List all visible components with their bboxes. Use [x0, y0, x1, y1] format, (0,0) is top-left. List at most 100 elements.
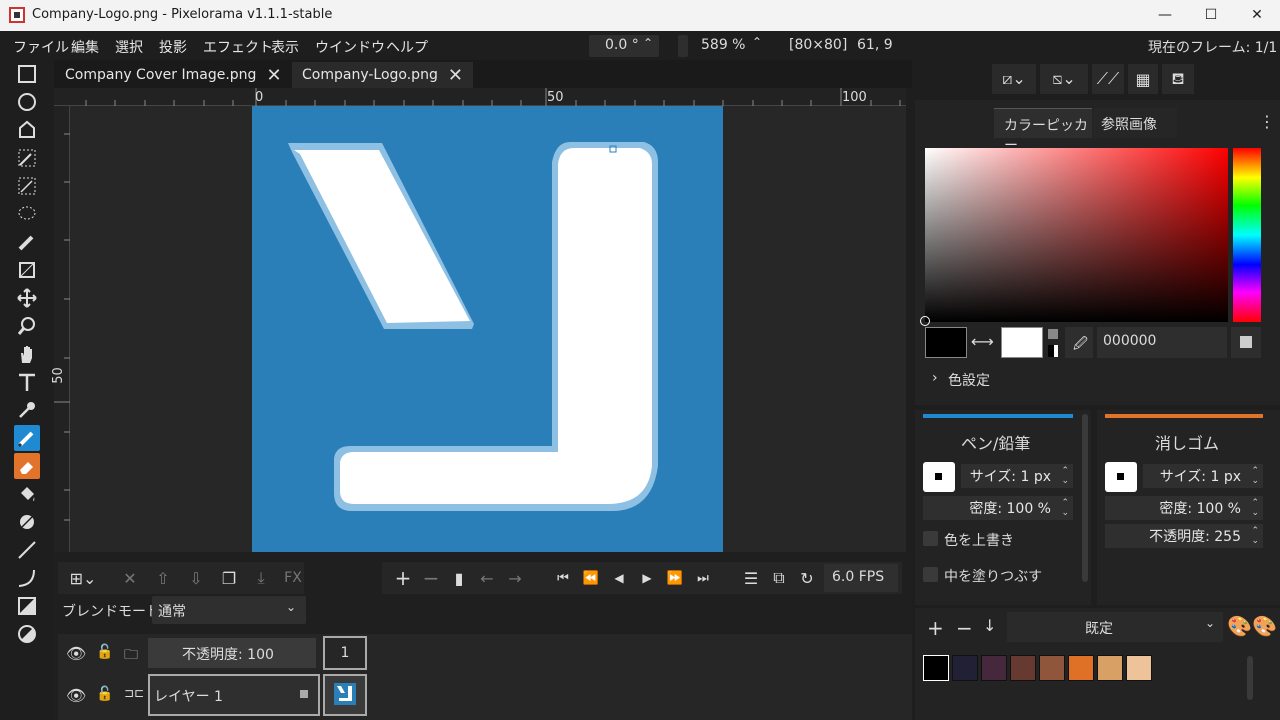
crop-tool[interactable] [14, 257, 40, 283]
move-frame-left-button[interactable]: ← [476, 566, 498, 590]
visibility-eye-icon[interactable]: 👁 [66, 644, 86, 663]
next-frame-button[interactable]: ⏩ [664, 566, 686, 590]
menu-select[interactable]: 選択 [115, 37, 143, 57]
palette-select[interactable]: 既定 ⌄ [1007, 612, 1223, 642]
pixel-perfect-button[interactable]: ⟋⟋ [1092, 64, 1124, 94]
eraser-tool[interactable] [14, 453, 40, 479]
move-frame-right-button[interactable]: → [504, 566, 526, 590]
color-mode-button[interactable] [1231, 327, 1261, 358]
clone-frame-button[interactable]: ▮ [448, 566, 470, 590]
curve-tool[interactable] [14, 565, 40, 591]
fps-field[interactable]: 6.0 FPS [824, 564, 898, 592]
first-frame-button[interactable]: ⏮ [552, 566, 574, 590]
drawing-canvas[interactable] [252, 106, 723, 552]
more-options-icon[interactable]: ⋮ [1259, 112, 1275, 131]
folder-icon[interactable]: 🗀 [124, 644, 138, 668]
swap-colors-icon[interactable]: ⟷ [971, 332, 994, 351]
move-layer-up-button[interactable]: ⇧ [153, 566, 173, 590]
move-layer-down-button[interactable]: ⇩ [186, 566, 206, 590]
lasso-select-tool[interactable] [14, 201, 40, 227]
menu-view[interactable]: 表示 [271, 37, 299, 57]
zoom-slider[interactable] [678, 35, 688, 57]
spin-icon[interactable]: ⌃ ⌄ [1061, 466, 1069, 486]
paint-select-tool[interactable] [14, 229, 40, 255]
menu-projection[interactable]: 投影 [159, 37, 187, 57]
bucket-tool[interactable] [14, 481, 40, 507]
rect-select-tool[interactable] [14, 61, 40, 87]
onion-skin-button[interactable]: ⧉ [768, 566, 790, 590]
layer-lock-icon[interactable]: 🔓 [96, 686, 113, 702]
hue-slider[interactable] [1233, 148, 1261, 322]
pan-tool[interactable] [14, 341, 40, 367]
color-select-tool[interactable] [14, 145, 40, 171]
eraser-brush-button[interactable] [1105, 462, 1137, 492]
palette-swatch[interactable] [1039, 655, 1065, 681]
palette-swatch[interactable] [923, 655, 949, 681]
layer-opacity-field[interactable]: 不透明度: 100 [148, 638, 316, 668]
mirror-x-button[interactable]: ⧄⌄ [992, 64, 1036, 94]
menu-help[interactable]: ヘルプ [386, 37, 428, 57]
play-button[interactable]: ▶ [636, 566, 658, 590]
lock-icon[interactable]: 🔓 [96, 644, 113, 660]
palette-swatch[interactable] [1068, 655, 1094, 681]
palette-scrollbar[interactable] [1247, 656, 1253, 700]
menu-edit[interactable]: 編集 [71, 37, 99, 57]
rotation-field[interactable]: 0.0 ° ⌃ [589, 35, 659, 57]
overwrite-checkbox[interactable] [923, 531, 938, 546]
menu-effects[interactable]: エフェクト [203, 37, 273, 57]
magic-select-tool[interactable] [14, 173, 40, 199]
last-frame-button[interactable]: ⏭ [692, 566, 714, 590]
ellipse-tool[interactable] [14, 621, 40, 647]
move-tool[interactable] [14, 285, 40, 311]
add-frame-button[interactable]: + [392, 566, 414, 590]
tab-company-cover[interactable]: Company Cover Image.png ✕ [55, 62, 292, 88]
layer-visibility-eye-icon[interactable]: 👁 [66, 686, 86, 705]
palette-swatch[interactable] [1010, 655, 1036, 681]
palette-swatch[interactable] [1097, 655, 1123, 681]
pencil-tool[interactable] [14, 425, 40, 451]
remove-color-button[interactable]: − [956, 616, 973, 640]
default-colors-icon[interactable] [1048, 345, 1058, 357]
zoom-spin-icon[interactable]: ⌃ [752, 35, 762, 49]
pen-brush-button[interactable] [923, 462, 955, 492]
mirror-y-button[interactable]: ⧅⌄ [1040, 64, 1088, 94]
previous-frame-button[interactable]: ⏪ [580, 566, 602, 590]
screen-picker-button[interactable]: 🖉 [1065, 327, 1093, 358]
close-tab-icon[interactable]: ✕ [448, 65, 463, 86]
remove-frame-button[interactable]: − [420, 566, 442, 590]
spin-icon[interactable]: ⌃ ⌄ [1061, 498, 1069, 518]
tab-reference-images[interactable]: 参照画像 [1093, 108, 1177, 138]
alpha-lock-button[interactable]: ▦ [1128, 64, 1158, 94]
close-tab-icon[interactable]: ✕ [266, 65, 281, 86]
spin-icon[interactable]: ⌃ ⌄ [1251, 498, 1259, 518]
add-layer-button[interactable]: ⊞⌄ [66, 566, 100, 590]
line-tool[interactable] [14, 537, 40, 563]
secondary-color-swatch[interactable] [1001, 327, 1043, 358]
hex-input[interactable]: 000000 [1097, 327, 1227, 358]
fx-button[interactable]: FX [282, 566, 304, 590]
palette-swatch[interactable] [981, 655, 1007, 681]
pen-density-field[interactable]: 密度: 100 % ⌃ ⌄ [923, 496, 1073, 520]
remove-layer-button[interactable]: ✕ [120, 566, 140, 590]
saturation-value-picker[interactable] [920, 148, 1228, 326]
palette-swatch[interactable] [1126, 655, 1152, 681]
clone-layer-button[interactable]: ❐ [218, 566, 240, 590]
edit-palette-icon[interactable]: 🎨 [1227, 614, 1252, 638]
loop-button[interactable]: ↻ [796, 566, 818, 590]
dynamics-button[interactable]: ⛾ [1162, 64, 1194, 94]
spin-icon[interactable]: ⌃ ⌄ [1251, 466, 1259, 486]
reset-colors-icon[interactable] [1048, 329, 1058, 339]
eraser-density-field[interactable]: 密度: 100 % ⌃ ⌄ [1105, 496, 1263, 520]
polygon-select-tool[interactable] [14, 117, 40, 143]
color-picker-tool[interactable] [14, 397, 40, 423]
palette-swatch[interactable] [952, 655, 978, 681]
menu-window[interactable]: ウインドウ [315, 37, 385, 57]
tab-color-picker[interactable]: カラーピッカー [994, 108, 1092, 154]
layer-link-icon[interactable]: ⊐⊏ [124, 686, 144, 700]
merge-down-button[interactable]: ⤓ [251, 566, 271, 590]
close-button[interactable]: ✕ [1234, 0, 1280, 31]
timeline-settings-button[interactable]: ☰ [740, 566, 762, 590]
add-color-button[interactable]: + [927, 616, 944, 640]
primary-color-swatch[interactable] [925, 327, 967, 358]
tab-company-logo[interactable]: Company-Logo.png ✕ [292, 62, 473, 88]
